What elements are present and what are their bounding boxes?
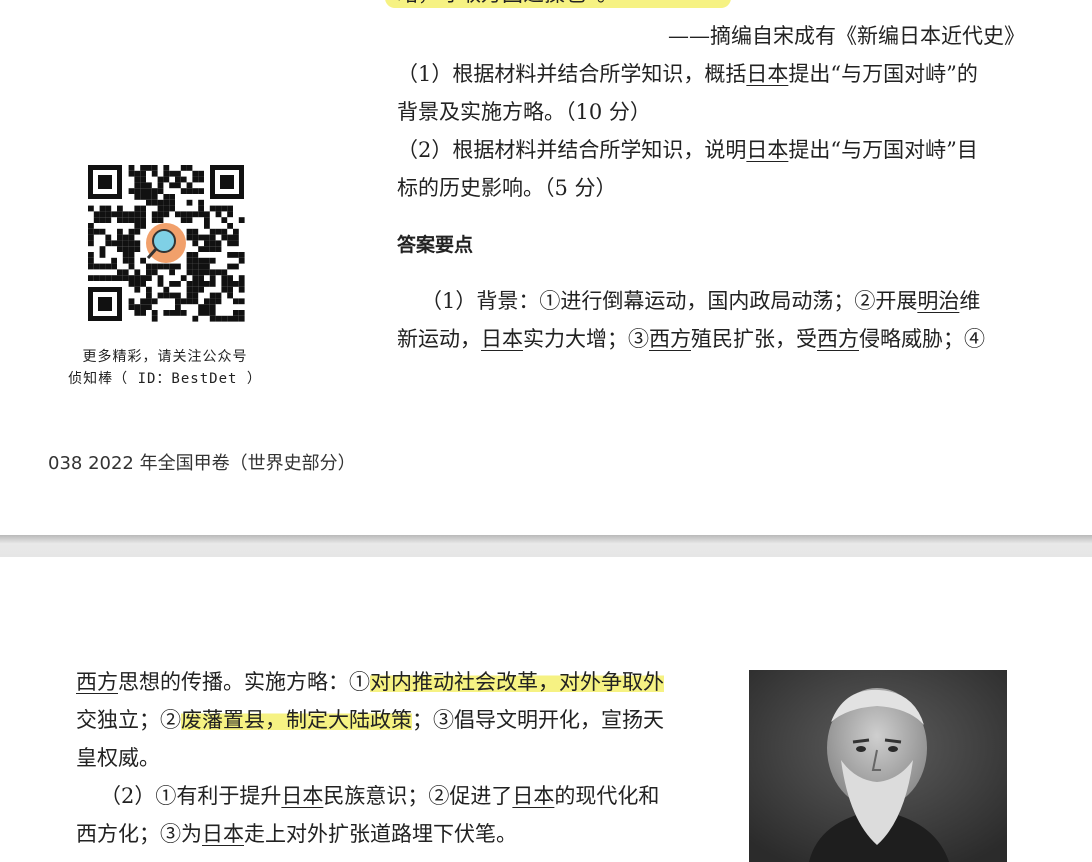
answer-1-line-1: （1）背景：①进行倒幕运动，国内政局动荡；②开展明治维: [421, 289, 981, 313]
page-bottom: 西方思想的传播。实施方略：①对内推动社会改革，对外争取外 交独立；②废藩置县，制…: [0, 557, 1092, 862]
answer-2-line-5: 西方化；③为日本走上对外扩张道路埋下伏笔。: [76, 822, 517, 846]
answer-2-line-1: 西方思想的传播。实施方略：①对内推动社会改革，对外争取外: [76, 670, 664, 694]
top-fragment-text: 略，守取万国之操也”。: [397, 0, 618, 8]
answer-1-line-2: 新运动，日本实力大增；③西方殖民扩张，受西方侵略威胁；④: [397, 327, 985, 351]
qr-caption-2: 侦知棒（ ID：BestDet ）: [68, 371, 262, 387]
qr-code: [86, 163, 246, 323]
qr-caption-1: 更多精彩，请关注公众号: [82, 349, 248, 365]
answer-2-line-3: 皇权威。: [76, 746, 160, 770]
answer-2-line-4: （2）①有利于提升日本民族意识；②促进了日本的现代化和: [100, 784, 660, 808]
answer-2-line-2: 交独立；②废藩置县，制定大陆政策；③倡导文明开化，宣扬天: [76, 708, 664, 732]
highlight-fragment: 略，守取万国之操也”。: [385, 0, 731, 8]
question-2-line-2: 标的历史影响。（5 分）: [397, 176, 617, 200]
question-2-line-1: （2）根据材料并结合所学知识，说明日本提出“与万国对峙”目: [397, 138, 978, 162]
page-top: 略，守取万国之操也”。 ——摘编自宋成有《新编日本近代史》 （1）根据材料并结合…: [0, 0, 1092, 535]
page-divider: [0, 535, 1092, 557]
answer-heading: 答案要点: [397, 234, 474, 256]
portrait-photo: [749, 670, 1007, 862]
question-1-line-2: 背景及实施方略。（10 分）: [397, 100, 651, 124]
citation: ——摘编自宋成有《新编日本近代史》: [668, 24, 1025, 48]
question-1-line-1: （1）根据材料并结合所学知识，概括日本提出“与万国对峙”的: [397, 62, 978, 86]
page-footer: 038 2022 年全国甲卷（世界史部分）: [48, 453, 356, 474]
